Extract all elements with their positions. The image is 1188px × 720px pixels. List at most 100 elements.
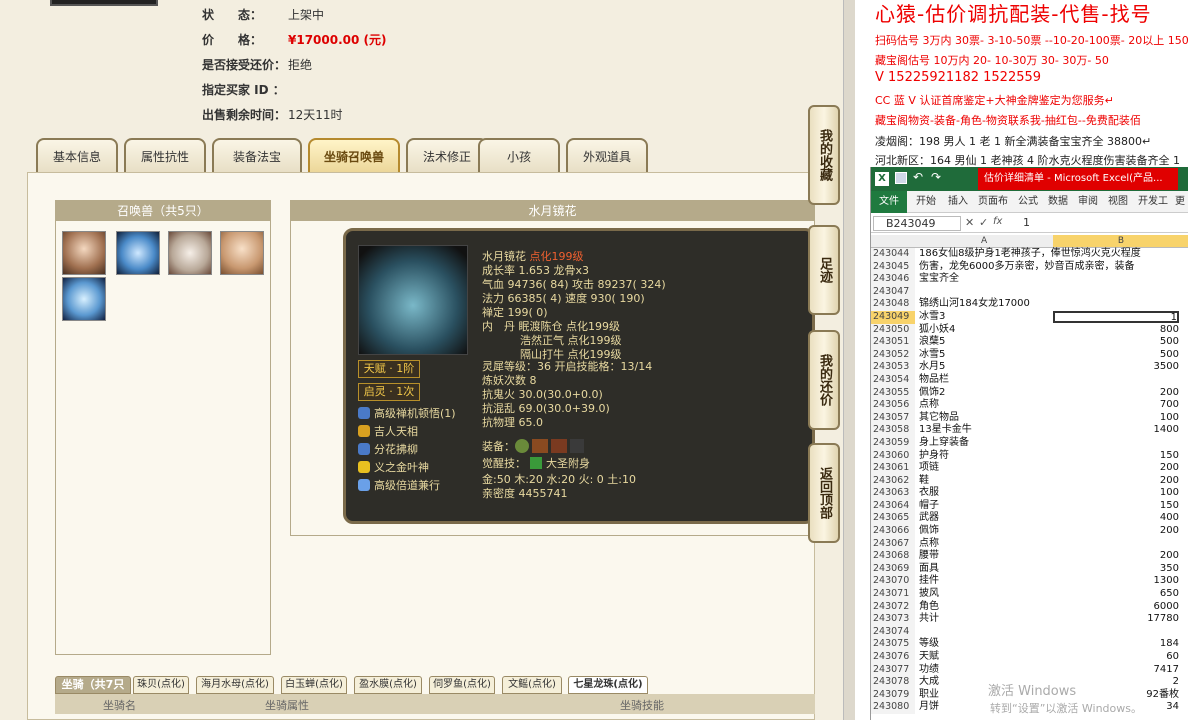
sheet-row[interactable]: 243052 冰雪5 500: [871, 348, 1188, 362]
cell-a[interactable]: 护身符: [919, 450, 949, 463]
cell-a[interactable]: 披风: [919, 588, 939, 601]
sheet-row[interactable]: 243049 冰雪3 1: [871, 310, 1188, 324]
ribbon-tab-page-layout[interactable]: 页面布: [975, 191, 1011, 213]
row-number[interactable]: 243070: [871, 575, 915, 589]
cell-a[interactable]: 物品栏: [919, 374, 949, 387]
row-number[interactable]: 243075: [871, 638, 915, 651]
cell-b[interactable]: 100: [1053, 487, 1179, 500]
mount-tab[interactable]: 文鳐(点化): [502, 676, 562, 694]
cell-b[interactable]: 200: [1053, 475, 1179, 488]
equip-slot-icon[interactable]: [551, 439, 567, 453]
cell-b[interactable]: 350: [1053, 563, 1179, 576]
pet-thumbnail[interactable]: [62, 277, 106, 321]
row-number[interactable]: 243071: [871, 588, 915, 601]
row-number[interactable]: 243050: [871, 323, 915, 337]
column-a-header[interactable]: A: [981, 236, 987, 246]
cell-a[interactable]: 冰雪3: [919, 311, 945, 324]
sheet-row[interactable]: 243062 鞋 200: [871, 474, 1188, 488]
cell-a[interactable]: 帽子: [919, 500, 939, 513]
footprint-button[interactable]: 足迹: [808, 225, 840, 315]
cell-a[interactable]: 点称: [919, 538, 939, 551]
formula-input[interactable]: 1: [1017, 216, 1187, 231]
cell-a[interactable]: 水月5: [919, 361, 945, 374]
sheet-row[interactable]: 243077 功绩 7417: [871, 663, 1188, 677]
row-number[interactable]: 243053: [871, 361, 915, 374]
tab-attributes[interactable]: 属性抗性: [124, 138, 206, 172]
ribbon-tab-insert[interactable]: 插入: [945, 191, 971, 213]
row-number[interactable]: 243049: [871, 310, 915, 324]
cell-b[interactable]: 3500: [1053, 361, 1179, 374]
row-number[interactable]: 243068: [871, 550, 915, 563]
pet-skill[interactable]: 分花拂柳: [358, 441, 418, 457]
cell-a[interactable]: 角色: [919, 601, 939, 614]
row-number[interactable]: 243055: [871, 386, 915, 400]
equip-slot-icon[interactable]: [570, 439, 584, 453]
row-number[interactable]: 243056: [871, 399, 915, 412]
save-icon[interactable]: [895, 172, 907, 184]
sheet-row[interactable]: 243073 共计 17780: [871, 613, 1188, 626]
sheet-row[interactable]: 243068 腰带 200: [871, 550, 1188, 563]
cell-a[interactable]: 挂件: [919, 575, 939, 588]
pet-thumbnail[interactable]: [62, 231, 106, 275]
sheet-row[interactable]: 243048 锦绣山河184女龙17000: [871, 298, 1188, 311]
cell-b[interactable]: 184: [1053, 638, 1179, 651]
cell-b[interactable]: 200: [1053, 462, 1179, 475]
sheet-row[interactable]: 243061 项链 200: [871, 462, 1188, 475]
cell-b[interactable]: 200: [1053, 550, 1179, 563]
cell-a[interactable]: 佩饰2: [919, 387, 945, 400]
cell-a[interactable]: 大成: [919, 676, 939, 689]
favorites-button[interactable]: 我的收藏: [808, 105, 840, 205]
cell-a[interactable]: 浪蘖5: [919, 336, 945, 349]
cell-a[interactable]: 共计: [919, 613, 939, 626]
cell-a[interactable]: 宝宝齐全: [919, 273, 959, 286]
cell-b[interactable]: 1400: [1053, 424, 1179, 437]
ribbon-tab-review[interactable]: 审阅: [1075, 191, 1101, 213]
sheet-row[interactable]: 243063 衣服 100: [871, 487, 1188, 500]
tab-spell-mod[interactable]: 法术修正: [406, 138, 488, 172]
cell-a[interactable]: 功绩: [919, 664, 939, 677]
pet-thumbnail[interactable]: [220, 231, 264, 275]
sheet-row[interactable]: 243064 帽子 150: [871, 499, 1188, 513]
cell-b[interactable]: 400: [1053, 512, 1179, 525]
sheet-row[interactable]: 243076 天赋 60: [871, 651, 1188, 664]
cell-b[interactable]: 500: [1053, 336, 1179, 349]
sheet-row[interactable]: 243050 狐小妖4 800: [871, 323, 1188, 337]
sheet-row[interactable]: 243070 挂件 1300: [871, 575, 1188, 589]
row-number[interactable]: 243048: [871, 298, 915, 311]
cell-a[interactable]: 冰雪5: [919, 349, 945, 362]
sheet-row[interactable]: 243072 角色 6000: [871, 600, 1188, 614]
row-number[interactable]: 243044: [871, 248, 915, 261]
row-number[interactable]: 243064: [871, 499, 915, 513]
cell-a[interactable]: 等级: [919, 638, 939, 651]
cell-a[interactable]: 天赋: [919, 651, 939, 664]
cell-a[interactable]: 186女仙8级护身1老神孩子，俸世惊鸿火克火程度: [919, 248, 1141, 261]
ribbon-tab-file[interactable]: 文件: [871, 191, 907, 213]
sheet-row[interactable]: 243060 护身符 150: [871, 449, 1188, 463]
sheet-row[interactable]: 243054 物品栏: [871, 373, 1188, 387]
cell-a[interactable]: 伤害，龙免6000多万亲密，妙音百成亲密，装备: [919, 261, 1134, 274]
sheet-row[interactable]: 243045 伤害，龙免6000多万亲密，妙音百成亲密，装备: [871, 260, 1188, 274]
sheet-row[interactable]: 243067 点称: [871, 537, 1188, 551]
redo-icon[interactable]: ↷: [931, 170, 941, 184]
mount-tab[interactable]: 伺罗鱼(点化): [429, 676, 495, 694]
pet-skill[interactable]: 高级禅机顿悟(1): [358, 405, 456, 421]
function-icon[interactable]: fx: [993, 216, 1002, 227]
sheet-row[interactable]: 243069 面具 350: [871, 562, 1188, 576]
ribbon-tab-view[interactable]: 视图: [1105, 191, 1131, 213]
cell-b[interactable]: 200: [1053, 525, 1179, 538]
row-number[interactable]: 243047: [871, 285, 915, 299]
cell-b[interactable]: 7417: [1053, 664, 1179, 677]
cell-a[interactable]: 衣服: [919, 487, 939, 500]
tab-children[interactable]: 小孩: [478, 138, 560, 172]
cell-b[interactable]: 1300: [1053, 575, 1179, 588]
row-number[interactable]: 243076: [871, 651, 915, 664]
cell-b[interactable]: 60: [1053, 651, 1179, 664]
tab-appearance[interactable]: 外观道具: [566, 138, 648, 172]
undo-icon[interactable]: ↶: [913, 170, 923, 184]
pet-thumbnail[interactable]: [116, 231, 160, 275]
cancel-icon[interactable]: ✕: [965, 216, 974, 229]
equip-slot-icon[interactable]: [532, 439, 548, 453]
sheet-row[interactable]: 243058 13星卡金牛 1400: [871, 424, 1188, 437]
mount-tab[interactable]: 盈水膜(点化): [354, 676, 422, 694]
cell-b[interactable]: 1: [1053, 310, 1179, 323]
